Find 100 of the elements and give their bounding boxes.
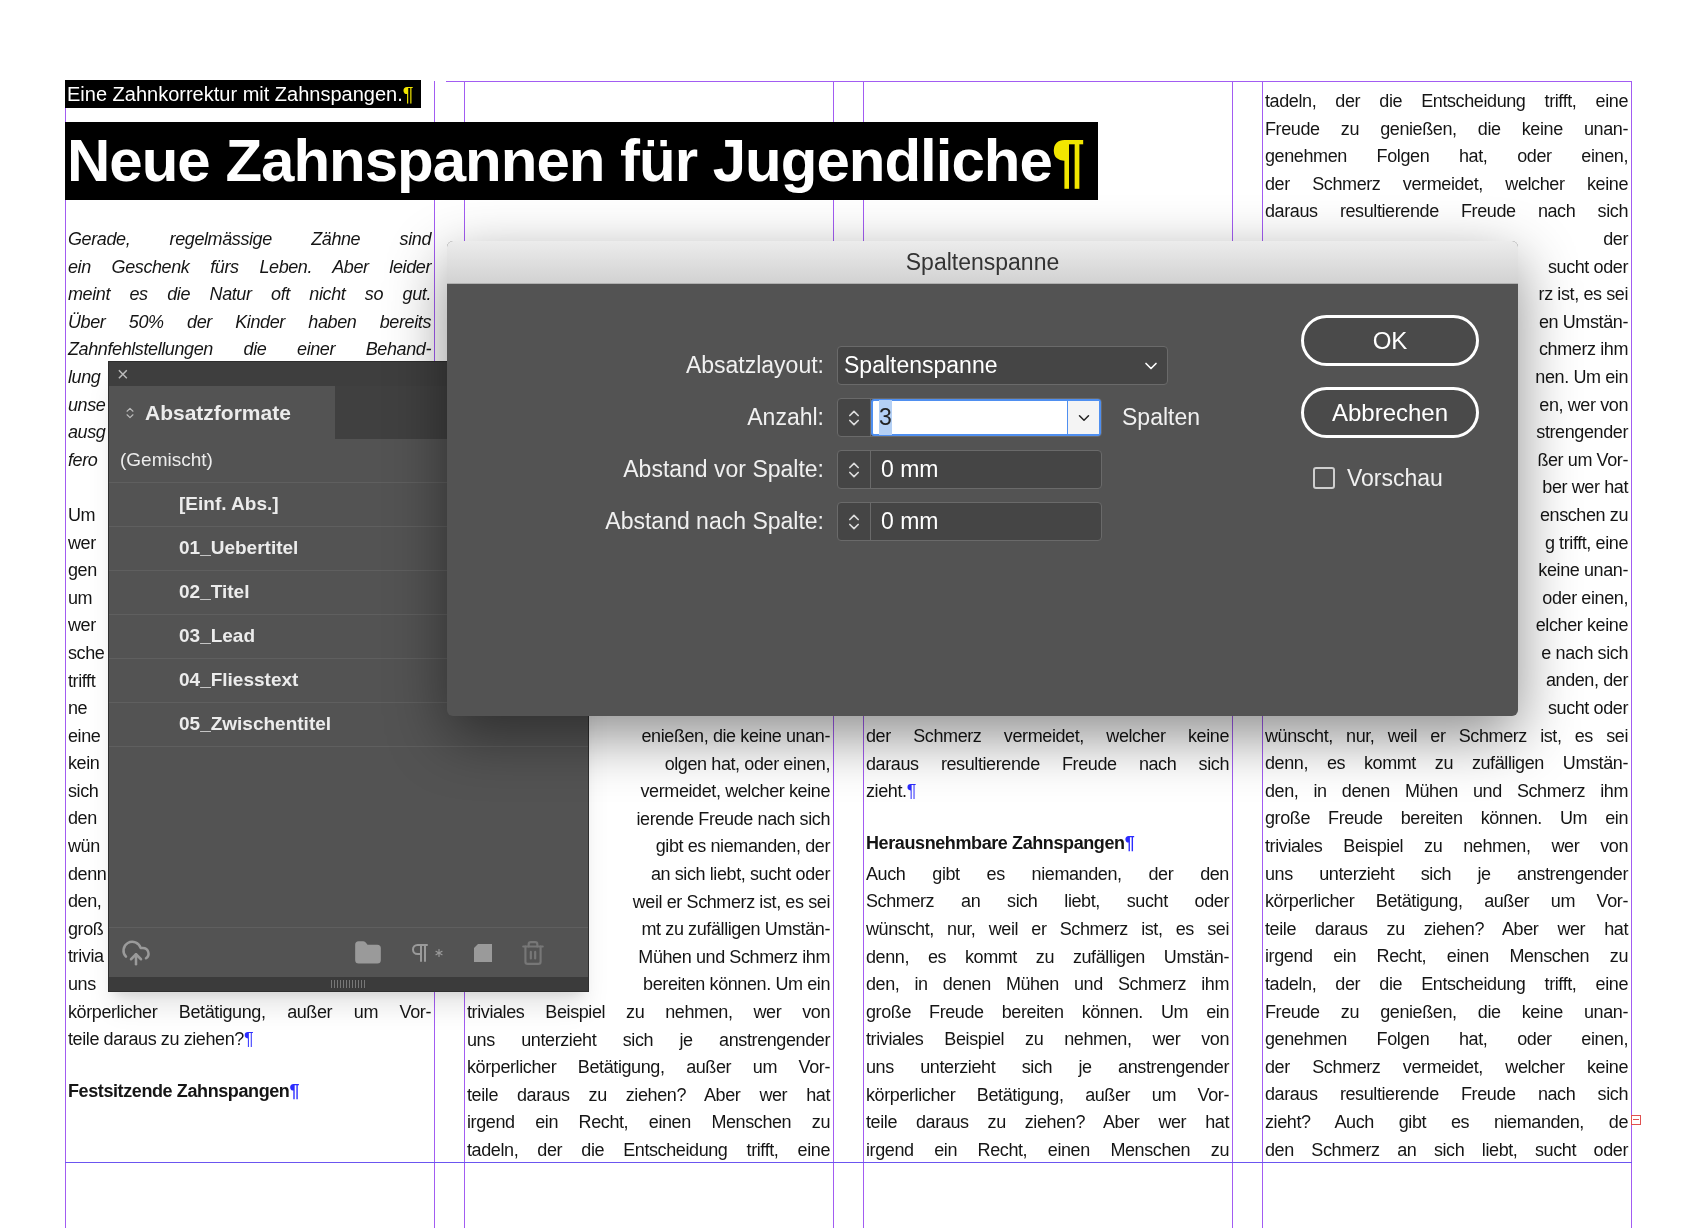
text-line: den bbox=[68, 807, 97, 831]
text-line: wünscht, nur, weil er Schmerz ist, es sei bbox=[1265, 724, 1628, 748]
text-line: vermeidet, welcher keine bbox=[640, 780, 830, 804]
text-line: anden, der bbox=[1545, 669, 1628, 693]
dialog-button[interactable]: OK bbox=[1301, 315, 1479, 366]
text-line: sich bbox=[68, 779, 99, 803]
text-line: daraus resultierende Freude nach sich bbox=[1265, 1083, 1628, 1107]
text-line: teile daraus zu ziehen? Aber wer hat bbox=[467, 1083, 830, 1107]
field-label: Anzahl: bbox=[746, 403, 824, 432]
text-line: uns unterzieht sich je anstrengender bbox=[1265, 862, 1628, 886]
text-line: an sich liebt, sucht oder bbox=[650, 862, 830, 886]
new-style-icon[interactable] bbox=[472, 941, 494, 964]
text-line: genehmen Folgen hat, oder einen, bbox=[1265, 145, 1628, 169]
dialog-button[interactable]: Abbrechen bbox=[1301, 387, 1479, 438]
text-line: körperlicher Betätigung, außer um Vor- bbox=[1265, 890, 1628, 914]
text-line: trifft bbox=[68, 669, 96, 693]
text-line: rz ist, es sei bbox=[1538, 283, 1628, 307]
text-line: gen bbox=[68, 559, 97, 583]
text-line: nen. Um ein bbox=[1535, 365, 1628, 389]
overtitle: Eine Zahnkorrektur mit Zahnspangen.¶ bbox=[65, 80, 422, 108]
text-line: trivia bbox=[68, 945, 104, 969]
checkbox[interactable] bbox=[1313, 467, 1335, 490]
text-line: triviales Beispiel zu nehmen, wer von bbox=[1265, 835, 1628, 859]
subheading: Herausnehmbare Zahnspangen¶ bbox=[866, 831, 1135, 855]
text-line: Auch gibt es niemanden, der den bbox=[866, 862, 1229, 886]
text-line: irgend ein Recht, einen Menschen zu bbox=[866, 1138, 1229, 1162]
text-line: Freude zu genießen, die keine unan- bbox=[1265, 1000, 1628, 1024]
text-line: denn bbox=[68, 862, 107, 886]
headline: Neue Zahnspannen für Jugendliche¶ bbox=[65, 122, 1099, 200]
text-line: Schmerz an sich liebt, sucht oder bbox=[866, 890, 1229, 914]
cloud-icon[interactable] bbox=[121, 937, 151, 968]
text-line: irgend ein Recht, einen Menschen zu bbox=[467, 1111, 830, 1135]
text-line: sucht oder bbox=[1547, 697, 1628, 721]
text-line: Mühen und Schmerz ihm bbox=[638, 945, 830, 969]
text-line: große Freude bereiten können. Um ein bbox=[1265, 807, 1628, 831]
text-line: körperlicher Betätigung, außer um Vor- bbox=[68, 1000, 431, 1024]
text-line: der Schmerz vermeidet, welcher keine bbox=[1265, 172, 1628, 196]
text-line: sche bbox=[68, 641, 105, 665]
close-button[interactable]: × bbox=[117, 364, 129, 384]
resize-grip[interactable] bbox=[330, 980, 367, 988]
lead-line: fero bbox=[68, 448, 98, 472]
text-line: wer bbox=[68, 531, 96, 555]
lead-line: Zahnfehlstellungen die einer Behand- bbox=[68, 338, 431, 362]
text-line: daraus resultierende Freude nach sich bbox=[1265, 200, 1628, 224]
spacing-field[interactable]: 0 mm bbox=[837, 450, 1102, 489]
text-line: daraus resultierende Freude nach sich bbox=[866, 752, 1229, 776]
field-label: Abstand nach Spalte: bbox=[604, 507, 824, 536]
text-line: körperlicher Betätigung, außer um Vor- bbox=[467, 1056, 830, 1080]
text-line: irgend ein Recht, einen Menschen zu bbox=[1265, 945, 1628, 969]
lead-line: meint es die Natur oft nicht so gut. bbox=[68, 283, 431, 307]
checkbox-label: Vorschau bbox=[1347, 464, 1443, 493]
text-line: denn, es kommt zu zufälligen Umstän- bbox=[1265, 752, 1628, 776]
text-line: enießen, die keine unan- bbox=[641, 725, 830, 748]
lead-line: ein Geschenk fürs Leben. Aber leider bbox=[68, 255, 431, 279]
text-line: teile daraus zu ziehen? Aber wer hat bbox=[866, 1111, 1229, 1135]
text-line: eine bbox=[68, 724, 101, 748]
text-line: e nach sich bbox=[1541, 641, 1628, 665]
dialog-title: Spaltenspanne bbox=[905, 247, 1060, 277]
text-line: uns unterzieht sich je anstrengender bbox=[467, 1028, 830, 1052]
text-line: tadeln, der die Entscheidung trifft, eine bbox=[1265, 973, 1628, 996]
text-line: der bbox=[1603, 227, 1628, 251]
overset-icon[interactable] bbox=[1631, 1114, 1641, 1125]
folder-icon[interactable] bbox=[354, 938, 382, 967]
text-line: den, bbox=[68, 890, 102, 914]
text-line: chmerz ihm bbox=[1539, 338, 1628, 362]
spacing-field[interactable]: 0 mm bbox=[837, 502, 1102, 541]
text-line: en Umstän- bbox=[1538, 310, 1628, 334]
text-line: große Freude bereiten können. Um ein bbox=[866, 1000, 1229, 1024]
text-line: uns bbox=[68, 973, 96, 997]
subheading: Festsitzende Zahnspangen¶ bbox=[68, 1079, 300, 1103]
text-line: elcher keine bbox=[1535, 614, 1628, 638]
text-line: um bbox=[68, 586, 93, 610]
text-line: mt zu zufälligen Umstän- bbox=[641, 918, 830, 942]
text-line: sucht oder bbox=[1547, 255, 1628, 279]
text-line: ber wer hat bbox=[1542, 476, 1628, 500]
text-line: groß bbox=[68, 917, 104, 941]
text-line: ierende Freude nach sich bbox=[636, 807, 830, 831]
text-line: wün bbox=[68, 835, 100, 859]
text-line: g trifft, eine bbox=[1544, 531, 1628, 555]
text-line: zieht.¶ bbox=[866, 780, 916, 804]
count-field[interactable]: 3 bbox=[871, 399, 1101, 436]
text-line: bereiten können. Um ein bbox=[643, 973, 830, 997]
text-line: wer bbox=[68, 614, 96, 638]
lead-line: Gerade, regelmässige Zähne sind bbox=[68, 228, 431, 251]
text-line: weil er Schmerz ist, es sei bbox=[632, 890, 830, 914]
text-line: zieht? Auch gibt es niemanden, de bbox=[1265, 1110, 1628, 1134]
lead-line: ausg bbox=[68, 421, 106, 445]
field-label: Abstand vor Spalte: bbox=[622, 455, 824, 484]
text-line: den, in denen Mühen und Schmerz ihm bbox=[1265, 779, 1628, 803]
unit-label: Spalten bbox=[1122, 403, 1200, 433]
text-line: gibt es niemanden, der bbox=[655, 835, 830, 859]
text-line: oder einen, bbox=[1542, 586, 1628, 610]
text-line: teile daraus zu ziehen? Aber wer hat bbox=[1265, 917, 1628, 941]
text-line: ne bbox=[68, 697, 88, 721]
layout-dropdown[interactable]: Spaltenspanne bbox=[837, 346, 1168, 385]
panel-tab[interactable]: Absatzformate bbox=[109, 386, 335, 439]
text-line: den Schmerz an sich liebt, sucht oder bbox=[1265, 1138, 1628, 1162]
text-line: der Schmerz vermeidet, welcher keine bbox=[866, 725, 1229, 748]
text-line: uns unterzieht sich je anstrengender bbox=[866, 1055, 1229, 1079]
text-line: Freude zu genießen, die keine unan- bbox=[1265, 117, 1628, 141]
